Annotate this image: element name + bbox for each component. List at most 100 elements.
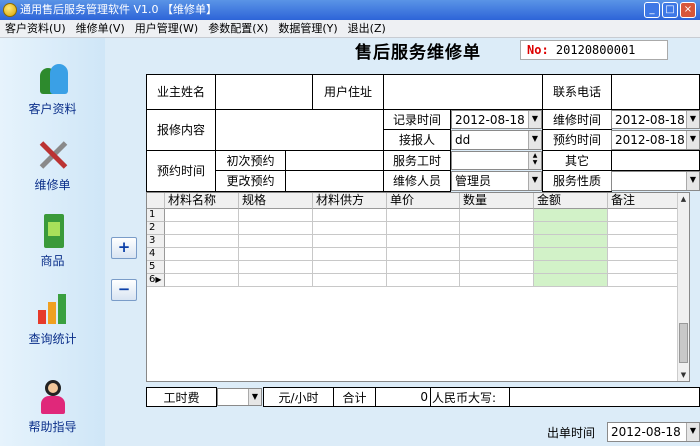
- remove-row-button[interactable]: −: [111, 279, 137, 301]
- table-cell[interactable]: [534, 235, 608, 248]
- table-cell[interactable]: [165, 235, 239, 248]
- add-row-button[interactable]: +: [111, 237, 137, 259]
- sidebar-item-customers[interactable]: 客户资料: [0, 62, 105, 117]
- staff-select[interactable]: 管理员 ▼: [451, 171, 542, 191]
- table-cell[interactable]: [534, 222, 608, 235]
- table-cell[interactable]: [165, 274, 239, 287]
- table-cell[interactable]: [313, 248, 387, 261]
- table-cell[interactable]: [313, 274, 387, 287]
- labor-fee-select[interactable]: ▼: [217, 388, 262, 406]
- table-cell[interactable]: [387, 274, 460, 287]
- table-cell[interactable]: [387, 222, 460, 235]
- appoint-time-picker[interactable]: 2012-08-18 ▼: [611, 130, 700, 150]
- table-cell[interactable]: [460, 274, 534, 287]
- table-cell[interactable]: [460, 222, 534, 235]
- first-appointment-field[interactable]: [285, 150, 384, 171]
- table-cell[interactable]: [460, 235, 534, 248]
- table-header[interactable]: 数量: [460, 193, 534, 209]
- record-time-picker[interactable]: 2012-08-18 ▼: [451, 110, 542, 129]
- table-cell[interactable]: [608, 261, 679, 274]
- chevron-down-icon[interactable]: ▼: [528, 172, 541, 190]
- table-header[interactable]: 规格: [239, 193, 313, 209]
- table-cell[interactable]: [165, 222, 239, 235]
- repair-content-field[interactable]: [215, 109, 384, 151]
- table-cell[interactable]: [534, 261, 608, 274]
- receiver-select[interactable]: dd ▼: [451, 130, 542, 150]
- row-header-current[interactable]: 6▶: [147, 274, 165, 287]
- table-cell[interactable]: [239, 222, 313, 235]
- table-cell[interactable]: [165, 261, 239, 274]
- table-cell[interactable]: [239, 248, 313, 261]
- chevron-down-icon[interactable]: ▼: [686, 172, 699, 190]
- menu-repair-order[interactable]: 维修单(V): [71, 20, 130, 37]
- table-cell[interactable]: [608, 248, 679, 261]
- owner-field[interactable]: [215, 74, 313, 110]
- row-header[interactable]: 4: [147, 248, 165, 261]
- table-cell[interactable]: [165, 248, 239, 261]
- table-cell[interactable]: [387, 261, 460, 274]
- table-cell[interactable]: [313, 209, 387, 222]
- scroll-down-icon[interactable]: ▼: [678, 369, 689, 381]
- maximize-button[interactable]: □: [662, 2, 678, 18]
- address-field[interactable]: [383, 74, 543, 110]
- issue-time-picker[interactable]: 2012-08-18 ▼: [607, 422, 700, 442]
- other-field[interactable]: [611, 150, 700, 171]
- menu-customers[interactable]: 客户资料(U): [0, 20, 71, 37]
- table-cell[interactable]: [608, 274, 679, 287]
- table-cell[interactable]: [534, 209, 608, 222]
- scroll-up-icon[interactable]: ▲: [678, 193, 689, 205]
- scrollbar-thumb[interactable]: [679, 323, 688, 363]
- table-vertical-scrollbar[interactable]: ▲ ▼: [677, 193, 689, 381]
- chevron-down-icon[interactable]: ▼: [686, 111, 699, 128]
- row-header[interactable]: 1: [147, 209, 165, 222]
- table-header[interactable]: 材料供方: [313, 193, 387, 209]
- table-header[interactable]: 单价: [387, 193, 460, 209]
- table-cell[interactable]: [460, 248, 534, 261]
- materials-table[interactable]: 材料名称 规格 材料供方 单价 数量 金额 备注 1 2 3 4 5 6▶ ▲ …: [146, 192, 690, 382]
- menu-settings[interactable]: 参数配置(X): [203, 20, 273, 37]
- menu-user-management[interactable]: 用户管理(W): [130, 20, 203, 37]
- rmb-uppercase-field[interactable]: [509, 387, 700, 407]
- service-type-select[interactable]: ▼: [611, 171, 700, 191]
- table-header[interactable]: 金额: [534, 193, 608, 209]
- table-cell[interactable]: [239, 261, 313, 274]
- table-cell[interactable]: [313, 222, 387, 235]
- minimize-button[interactable]: _: [644, 2, 660, 18]
- menu-data-management[interactable]: 数据管理(Y): [273, 20, 342, 37]
- table-header[interactable]: 备注: [608, 193, 679, 209]
- chevron-down-icon[interactable]: ▼: [528, 111, 541, 128]
- chevron-down-icon[interactable]: ▼: [528, 131, 541, 149]
- table-header[interactable]: 材料名称: [165, 193, 239, 209]
- table-cell[interactable]: [534, 274, 608, 287]
- phone-field[interactable]: [611, 74, 700, 110]
- table-cell[interactable]: [239, 235, 313, 248]
- table-cell[interactable]: [608, 222, 679, 235]
- table-cell[interactable]: [387, 248, 460, 261]
- table-cell[interactable]: [313, 235, 387, 248]
- sidebar-item-goods[interactable]: 商品: [0, 214, 105, 269]
- sidebar-item-statistics[interactable]: 查询统计: [0, 292, 105, 347]
- row-header[interactable]: 5: [147, 261, 165, 274]
- change-appointment-field[interactable]: [285, 170, 384, 192]
- table-cell[interactable]: [534, 248, 608, 261]
- table-cell[interactable]: [313, 261, 387, 274]
- chevron-down-icon[interactable]: ▼: [686, 131, 699, 149]
- menu-exit[interactable]: 退出(Z): [343, 20, 391, 37]
- close-button[interactable]: ×: [680, 2, 696, 18]
- table-cell[interactable]: [460, 209, 534, 222]
- chevron-down-icon[interactable]: ▼: [686, 423, 699, 441]
- table-cell[interactable]: [460, 261, 534, 274]
- chevron-down-icon[interactable]: ▼: [248, 389, 261, 405]
- table-cell[interactable]: [239, 274, 313, 287]
- sidebar-item-help[interactable]: 帮助指导: [0, 380, 105, 435]
- repair-time-picker[interactable]: 2012-08-18 ▼: [611, 110, 700, 129]
- row-header[interactable]: 2: [147, 222, 165, 235]
- sidebar-item-repair-order[interactable]: 维修单: [0, 138, 105, 193]
- row-header[interactable]: 3: [147, 235, 165, 248]
- table-cell[interactable]: [608, 235, 679, 248]
- table-cell[interactable]: [387, 235, 460, 248]
- spinner-arrows-icon[interactable]: ▲ ▼: [528, 152, 541, 169]
- table-cell[interactable]: [387, 209, 460, 222]
- table-cell[interactable]: [239, 209, 313, 222]
- table-cell[interactable]: [608, 209, 679, 222]
